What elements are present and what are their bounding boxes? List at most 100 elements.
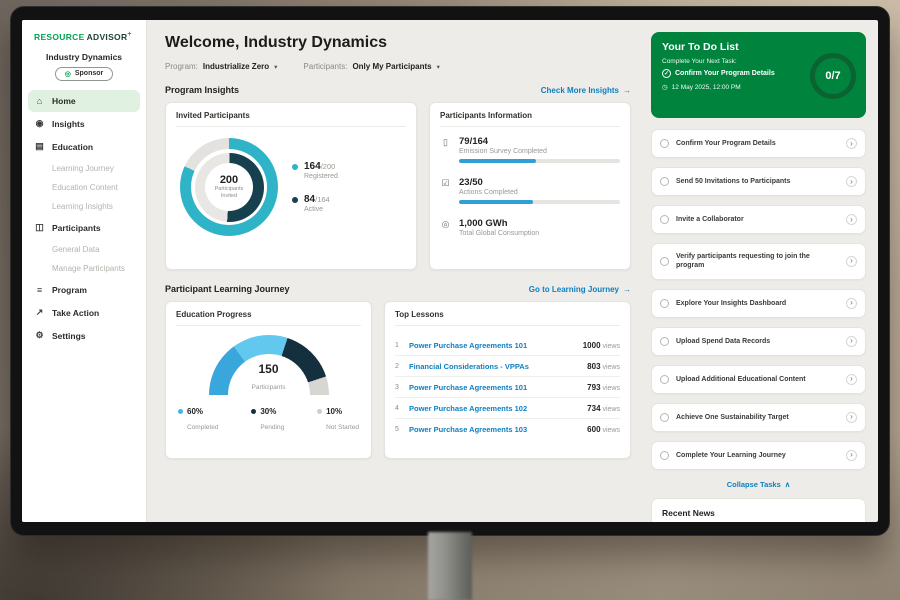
app-logo: RESOURCEADVISOR+ [22, 31, 146, 42]
participants-information-card: Participants Information ▯ 79/164 Emissi… [429, 102, 631, 270]
task-checkbox[interactable] [660, 451, 669, 460]
lesson-link[interactable]: Power Purchase Agreements 101 [409, 383, 580, 392]
logo-text-secondary: ADVISOR [87, 32, 128, 42]
sidebar-item-insights[interactable]: ◉ Insights [28, 113, 140, 135]
sidebar-item-label: Home [52, 96, 76, 106]
task-item[interactable]: Confirm Your Program Details › [651, 129, 866, 158]
learning-journey-section-header: Participant Learning Journey Go to Learn… [165, 284, 631, 294]
task-item[interactable]: Achieve One Sustainability Target › [651, 403, 866, 432]
lesson-link[interactable]: Power Purchase Agreements 102 [409, 404, 580, 413]
education-progress-card: Education Progress 150 Participants [165, 301, 372, 459]
chevron-down-icon: ▾ [437, 63, 440, 71]
info-label: Emission Survey Completed [459, 148, 620, 155]
task-item[interactable]: Invite a Collaborator › [651, 205, 866, 234]
lesson-link[interactable]: Financial Considerations - VPPAs [409, 362, 580, 371]
app-window: RESOURCEADVISOR+ Industry Dynamics ◎ Spo… [22, 20, 878, 522]
task-checkbox[interactable] [660, 257, 669, 266]
lesson-views-label: views [602, 427, 620, 434]
sidebar-item-label: Education [52, 142, 93, 152]
legend-dot-pending [251, 409, 256, 414]
task-checkbox[interactable] [660, 413, 669, 422]
gauge-center-value: 150 [209, 362, 329, 376]
lesson-link[interactable]: Power Purchase Agreements 103 [409, 425, 580, 434]
legend-pct: 10% [326, 407, 359, 416]
lesson-link[interactable]: Power Purchase Agreements 101 [409, 341, 576, 350]
lesson-row: 5 Power Purchase Agreements 103 600 view… [395, 419, 620, 439]
task-checkbox[interactable] [660, 375, 669, 384]
logo-text-primary: RESOURCE [34, 32, 85, 42]
task-item[interactable]: Upload Spend Data Records › [651, 327, 866, 356]
todo-title: Your To Do List [662, 41, 855, 53]
sidebar-item-take-action[interactable]: ↗ Take Action [28, 302, 140, 324]
task-checkbox[interactable] [660, 139, 669, 148]
legend-label: Completed [187, 424, 218, 431]
info-label: Total Global Consumption [459, 230, 620, 237]
section-title-program-insights: Program Insights [165, 85, 239, 95]
task-checkbox[interactable] [660, 299, 669, 308]
task-checkbox[interactable] [660, 177, 669, 186]
program-insights-section-header: Program Insights Check More Insights → [165, 85, 631, 95]
chevron-right-icon: › [846, 298, 857, 309]
task-checkbox[interactable] [660, 337, 669, 346]
task-item[interactable]: Send 50 Invitations to Participants › [651, 167, 866, 196]
sidebar-item-learning-journey[interactable]: Learning Journey [22, 159, 146, 178]
sidebar-item-manage-participants[interactable]: Manage Participants [22, 259, 146, 278]
consumption-icon: ◎ [440, 219, 451, 237]
sidebar-item-settings[interactable]: ⚙ Settings [28, 325, 140, 347]
sidebar-item-label: Program [52, 285, 87, 295]
sidebar-item-education-content[interactable]: Education Content [22, 178, 146, 197]
link-label: Go to Learning Journey [529, 285, 619, 294]
survey-icon: ▯ [440, 137, 451, 163]
gauge-legend: 60% Completed 30% Pending [176, 407, 361, 434]
lesson-views-value: 1000 [583, 341, 601, 350]
task-label: Explore Your Insights Dashboard [676, 299, 839, 308]
task-checkbox[interactable] [660, 215, 669, 224]
logo-plus-mark: + [127, 31, 131, 38]
card-title: Participants Information [440, 111, 620, 127]
donut-center-label: Participants Invited [209, 186, 249, 199]
program-dropdown-value: Industrialize Zero [203, 62, 269, 71]
card-title: Invited Participants [176, 111, 406, 127]
chevron-right-icon: › [846, 138, 857, 149]
sidebar-item-education[interactable]: ▤ Education [28, 136, 140, 158]
actions-icon: ☑ [440, 178, 451, 204]
chevron-down-icon: ▾ [274, 63, 277, 71]
task-label: Send 50 Invitations to Participants [676, 177, 839, 186]
task-item[interactable]: Verify participants requesting to join t… [651, 243, 866, 280]
sidebar-item-label: Participants [52, 223, 101, 233]
sidebar-item-program[interactable]: ≡ Program [28, 279, 140, 301]
sidebar-item-learning-insights[interactable]: Learning Insights [22, 197, 146, 216]
info-value: 23/50 [459, 177, 620, 188]
sidebar-item-general-data[interactable]: General Data [22, 240, 146, 259]
task-item[interactable]: Complete Your Learning Journey › [651, 441, 866, 470]
lesson-views-value: 734 [587, 404, 600, 413]
go-to-learning-journey-link[interactable]: Go to Learning Journey → [529, 285, 631, 294]
donut-legend: 164/200 Registered 84/164 Active [292, 161, 338, 213]
program-dropdown[interactable]: Program: Industrialize Zero ▾ [165, 62, 277, 71]
lesson-views-label: views [602, 385, 620, 392]
sponsor-label: Sponsor [75, 70, 103, 77]
participants-dropdown[interactable]: Participants: Only My Participants ▾ [303, 62, 439, 71]
todo-next-task[interactable]: ✓ Confirm Your Program Details [662, 69, 807, 78]
active-label: Active [304, 206, 330, 213]
legend-label: Not Started [326, 424, 359, 431]
task-item[interactable]: Explore Your Insights Dashboard › [651, 289, 866, 318]
progress-bar [459, 159, 620, 163]
check-more-insights-link[interactable]: Check More Insights → [541, 86, 631, 95]
sidebar-item-home[interactable]: ⌂ Home [28, 90, 140, 112]
page-title: Welcome, Industry Dynamics [165, 34, 631, 52]
sponsor-badge[interactable]: ◎ Sponsor [55, 67, 114, 81]
progress-bar [459, 200, 620, 204]
sidebar-item-participants[interactable]: ◫ Participants [28, 217, 140, 239]
donut-inner-ring: 200 Participants Invited [195, 153, 264, 222]
org-name: Industry Dynamics [22, 52, 146, 62]
insights-icon: ◉ [34, 118, 45, 129]
book-icon: ▤ [34, 141, 45, 152]
lesson-rank: 4 [395, 405, 402, 412]
info-value: 1,000 GWh [459, 218, 620, 229]
legend-label: Pending [260, 424, 284, 431]
task-item[interactable]: Upload Additional Educational Content › [651, 365, 866, 394]
collapse-tasks-link[interactable]: Collapse Tasks ∧ [651, 480, 866, 489]
lesson-views-label: views [602, 343, 620, 350]
sidebar-item-label: Settings [52, 331, 86, 341]
